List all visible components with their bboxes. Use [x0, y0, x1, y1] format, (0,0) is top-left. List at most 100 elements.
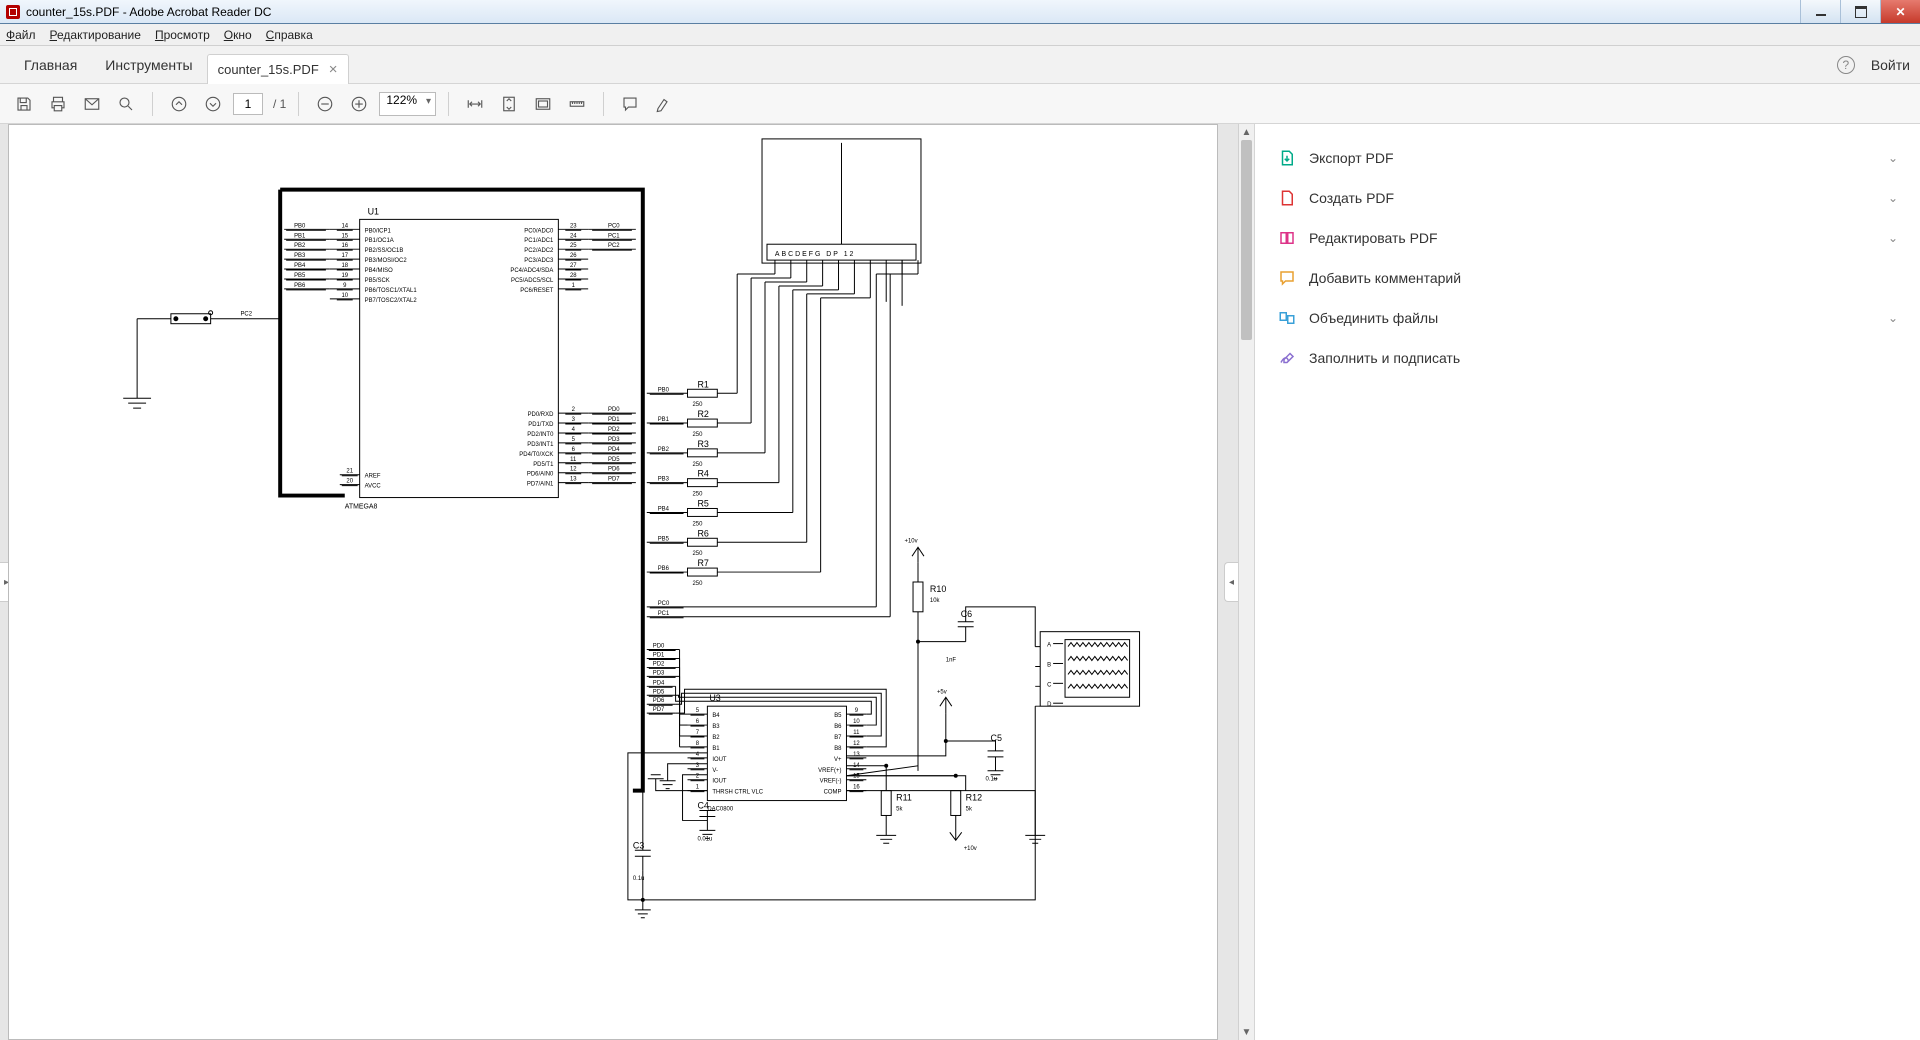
email-button[interactable] [78, 90, 106, 118]
fit-width-button[interactable] [461, 90, 489, 118]
svg-text:PB4: PB4 [294, 263, 306, 269]
page-up-button[interactable] [165, 90, 193, 118]
create-icon [1277, 188, 1297, 208]
export-pdf-button[interactable]: Экспорт PDF⌄ [1273, 138, 1902, 178]
svg-text:PB5/SCK: PB5/SCK [365, 278, 390, 284]
svg-text:PD0/RXD: PD0/RXD [528, 412, 555, 418]
print-button[interactable] [44, 90, 72, 118]
svg-text:PB5: PB5 [658, 536, 670, 542]
tab-home[interactable]: Главная [10, 46, 91, 83]
svg-text:PB0: PB0 [658, 387, 670, 393]
scrollbar-thumb[interactable] [1241, 140, 1252, 340]
svg-text:PD3/INT1: PD3/INT1 [527, 442, 554, 448]
svg-text:18: 18 [341, 263, 348, 269]
svg-text:19: 19 [341, 273, 348, 279]
svg-text:26: 26 [570, 253, 577, 259]
app-icon [6, 5, 20, 19]
window-maximize-button[interactable] [1840, 0, 1880, 23]
tabs-row: Главная Инструменты counter_15s.PDF × ? … [0, 46, 1920, 84]
svg-text:10: 10 [341, 293, 348, 299]
svg-text:R11: R11 [896, 793, 912, 803]
menu-file[interactable]: Файл [6, 28, 36, 42]
page-number-input[interactable] [233, 93, 263, 115]
fit-page-button[interactable] [495, 90, 523, 118]
chevron-down-icon: ⌄ [1888, 231, 1898, 245]
svg-text:B6: B6 [834, 724, 842, 730]
search-button[interactable] [112, 90, 140, 118]
svg-text:9: 9 [343, 283, 347, 289]
toolbar: / 1 122% [0, 84, 1920, 124]
menu-window[interactable]: Окно [224, 28, 252, 42]
vertical-scrollbar[interactable]: ▲ ▼ [1238, 124, 1254, 1040]
svg-text:THRSH CTRL VLC: THRSH CTRL VLC [712, 790, 763, 796]
svg-text:PC3/ADC3: PC3/ADC3 [524, 258, 554, 264]
svg-text:12: 12 [570, 467, 577, 473]
window-close-button[interactable] [1880, 0, 1920, 23]
svg-text:PB6: PB6 [294, 283, 306, 289]
tab-document-close-icon[interactable]: × [329, 61, 338, 78]
svg-text:PD6: PD6 [653, 698, 665, 704]
svg-text:250: 250 [692, 581, 703, 587]
add-comment-button[interactable]: Добавить комментарий [1273, 258, 1902, 298]
svg-text:2: 2 [572, 407, 576, 413]
svg-text:27: 27 [570, 263, 577, 269]
combine-files-button[interactable]: Объединить файлы⌄ [1273, 298, 1902, 338]
svg-text:5k: 5k [966, 807, 972, 813]
menu-view[interactable]: Просмотр [155, 28, 210, 42]
svg-text:PD3: PD3 [608, 437, 620, 443]
menu-edit[interactable]: Редактирование [50, 28, 141, 42]
svg-text:B: B [1047, 662, 1051, 668]
fill-sign-button[interactable]: Заполнить и подписать [1273, 338, 1902, 378]
zoom-in-button[interactable] [345, 90, 373, 118]
svg-text:PD5: PD5 [608, 457, 620, 463]
svg-text:C4: C4 [697, 801, 708, 811]
window-controls [1800, 0, 1920, 23]
scrollbar-up-icon[interactable]: ▲ [1239, 124, 1254, 140]
menu-help[interactable]: Справка [266, 28, 313, 42]
svg-text:C3: C3 [633, 840, 644, 850]
window-title-bar: counter_15s.PDF - Adobe Acrobat Reader D… [0, 0, 1920, 24]
svg-text:PB6: PB6 [658, 566, 670, 572]
edit-pdf-button[interactable]: Редактировать PDF⌄ [1273, 218, 1902, 258]
chevron-down-icon: ⌄ [1888, 151, 1898, 165]
svg-text:IOUT: IOUT [712, 757, 727, 763]
svg-text:PC6/RESET: PC6/RESET [520, 288, 553, 294]
save-button[interactable] [10, 90, 38, 118]
highlight-button[interactable] [650, 90, 678, 118]
svg-text:R2: R2 [697, 409, 708, 419]
help-icon[interactable]: ? [1837, 56, 1855, 74]
svg-text:PD5: PD5 [653, 689, 665, 695]
svg-text:PC1/ADC1: PC1/ADC1 [524, 238, 554, 244]
svg-text:PD3: PD3 [653, 670, 665, 676]
scrollbar-down-icon[interactable]: ▼ [1239, 1024, 1254, 1040]
svg-text:5: 5 [572, 437, 576, 443]
window-minimize-button[interactable] [1800, 0, 1840, 23]
ruler-button[interactable] [563, 90, 591, 118]
svg-text:R3: R3 [697, 439, 708, 449]
svg-text:PC5/ADC5/SCL: PC5/ADC5/SCL [511, 278, 554, 284]
svg-text:11: 11 [570, 457, 577, 463]
page-down-button[interactable] [199, 90, 227, 118]
tab-tools[interactable]: Инструменты [91, 46, 206, 83]
svg-text:PD1: PD1 [653, 653, 665, 659]
create-pdf-button[interactable]: Создать PDF⌄ [1273, 178, 1902, 218]
svg-text:B1: B1 [712, 746, 720, 752]
svg-text:C6: C6 [961, 609, 972, 619]
svg-text:1: 1 [696, 785, 700, 791]
svg-text:PB6/TOSC1/XTAL1: PB6/TOSC1/XTAL1 [365, 288, 418, 294]
comment-button[interactable] [616, 90, 644, 118]
right-panel-toggle[interactable]: ◂ [1224, 562, 1238, 602]
svg-text:PB3: PB3 [294, 253, 306, 259]
svg-text:VREF(-): VREF(-) [820, 779, 842, 785]
login-button[interactable]: Войти [1871, 57, 1910, 73]
reading-mode-button[interactable] [529, 90, 557, 118]
svg-text:25: 25 [570, 243, 577, 249]
svg-text:23: 23 [570, 223, 577, 229]
zoom-select[interactable]: 122% [379, 92, 436, 116]
svg-text:4: 4 [572, 427, 576, 433]
zoom-out-button[interactable] [311, 90, 339, 118]
tab-document[interactable]: counter_15s.PDF × [207, 54, 349, 84]
document-area[interactable]: ▸ ◂ U1 ATMEGA8 14PB0/ICP1PB015PB1/OC1APB… [0, 124, 1238, 1040]
svg-text:A: A [1047, 643, 1051, 649]
svg-text:PC0: PC0 [608, 223, 620, 229]
